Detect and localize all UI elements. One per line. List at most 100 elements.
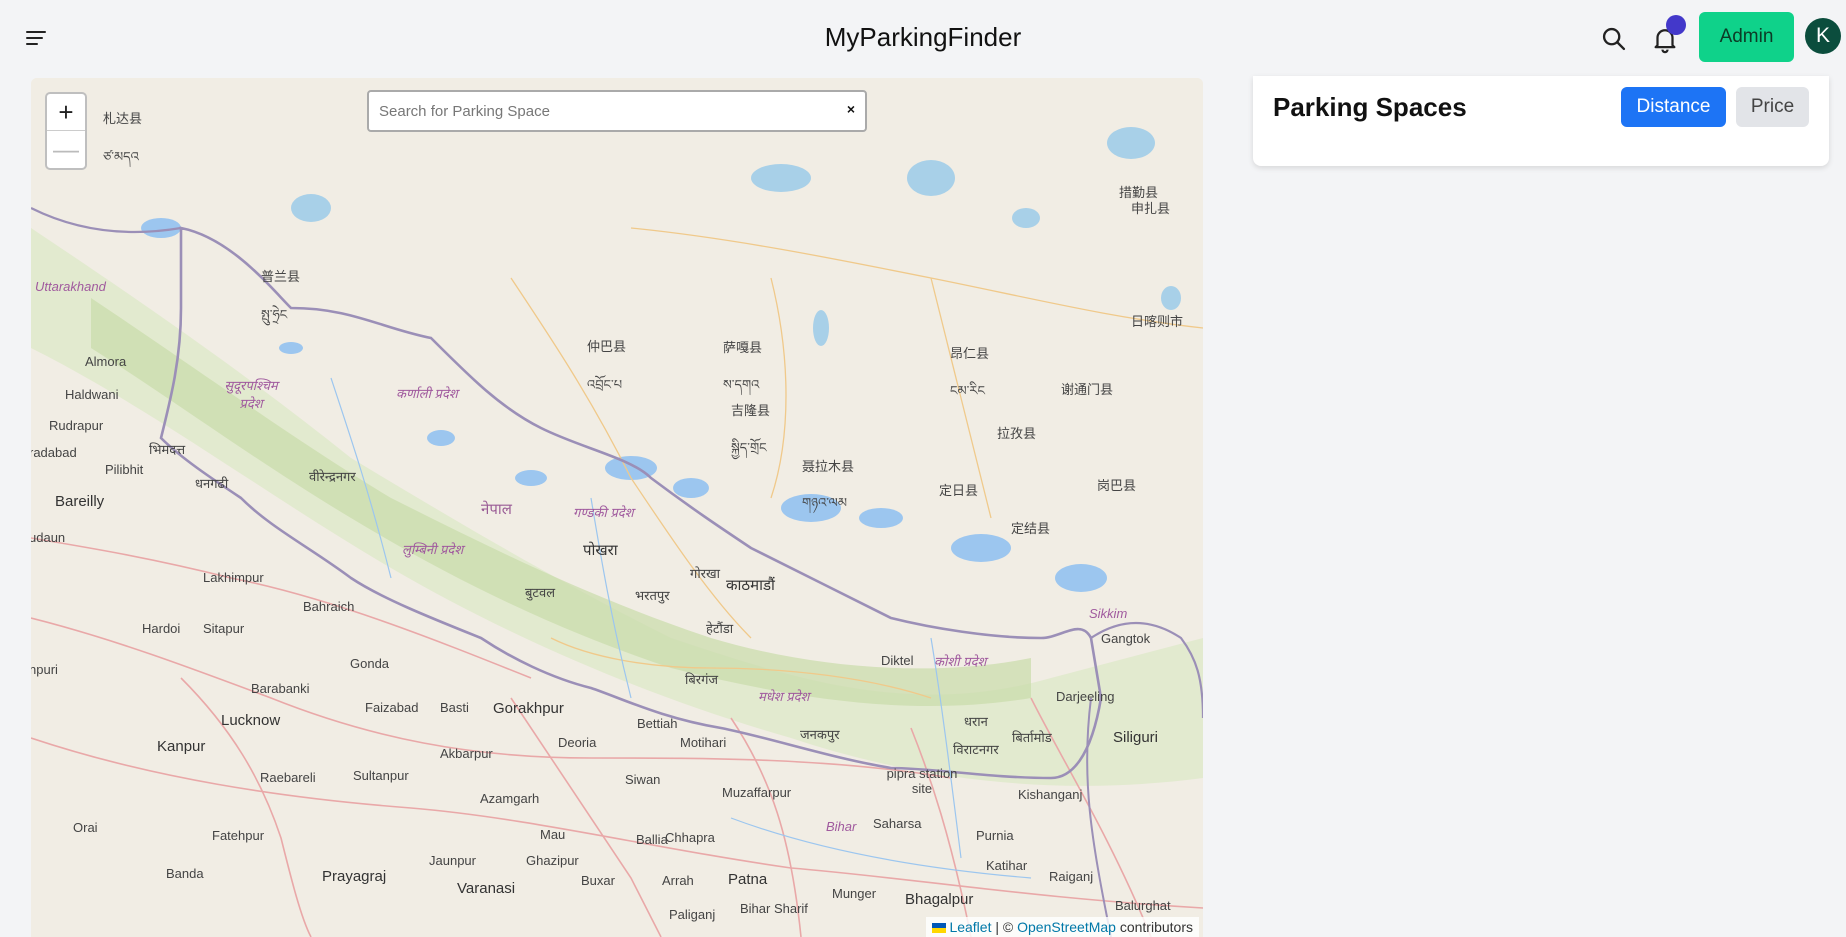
map-label: Bareilly bbox=[55, 493, 105, 510]
openstreetmap-link[interactable]: OpenStreetMap bbox=[1017, 919, 1116, 935]
map-label: धरान bbox=[964, 714, 988, 729]
map-label: Gorakhpur bbox=[493, 700, 564, 717]
map-label: सुदूरपश्चिम प्रदेश bbox=[224, 378, 278, 411]
attribution-suffix: contributors bbox=[1115, 919, 1193, 935]
map-label: Basti bbox=[440, 700, 469, 715]
map-label: Deoria bbox=[558, 735, 597, 750]
search-icon[interactable] bbox=[1600, 25, 1628, 53]
map-label: Ballia bbox=[636, 832, 668, 847]
map-label: धनगढी bbox=[195, 476, 229, 491]
map-label: Lakhimpur bbox=[203, 570, 264, 585]
map-label: Bettiah bbox=[637, 716, 678, 731]
map-label: འབྲོང་པ bbox=[587, 377, 623, 392]
attribution-separator: | © bbox=[991, 919, 1018, 935]
map-label: Purnia bbox=[976, 828, 1014, 843]
map-label: कोशी प्रदेश bbox=[934, 654, 987, 669]
map-label: बिर्तामोड bbox=[1012, 730, 1052, 745]
map-label: Patna bbox=[728, 871, 768, 888]
map-label: Haldwani bbox=[65, 387, 119, 402]
clear-search-button[interactable]: × bbox=[847, 101, 855, 117]
map-label: npuri bbox=[31, 662, 58, 677]
map-label: हेटौंडा bbox=[706, 621, 734, 636]
map-label: Pilibhit bbox=[105, 462, 144, 477]
map-label: Almora bbox=[85, 354, 127, 369]
map-label: Buxar bbox=[581, 873, 615, 888]
map-label: Siwan bbox=[625, 772, 661, 787]
leaflet-link[interactable]: Leaflet bbox=[949, 919, 991, 935]
map-label: Ghazipur bbox=[526, 853, 579, 868]
map-label: कर्णाली प्रदेश bbox=[396, 386, 458, 401]
map-label: मधेश प्रदेश bbox=[758, 689, 810, 704]
map-label: Bahraich bbox=[303, 599, 355, 614]
map-label: Akbarpur bbox=[440, 746, 493, 761]
map-label: pipra station site bbox=[886, 766, 958, 796]
map-label: गोरखा bbox=[690, 566, 721, 581]
map-label: 昂仁县 bbox=[950, 346, 990, 361]
map[interactable]: 札达县 ཙ་མདའ Uttarakhand 普兰县 སྤུ་ཧྲེང Almor… bbox=[31, 78, 1203, 937]
map-label: udaun bbox=[31, 530, 66, 545]
map-label: Banda bbox=[166, 866, 204, 881]
map-label: Bihar bbox=[826, 819, 857, 834]
map-label: भरतपुर bbox=[635, 588, 670, 603]
notification-badge bbox=[1666, 15, 1686, 35]
map-label: Jaunpur bbox=[429, 853, 476, 868]
map-label: जनकपुर bbox=[800, 727, 840, 742]
parking-spaces-panel: Parking Spaces Distance Price bbox=[1253, 76, 1829, 166]
map-label: 拉孜县 bbox=[997, 426, 1037, 441]
map-label: 申扎县 bbox=[1131, 201, 1171, 216]
map-label: Katihar bbox=[986, 858, 1028, 873]
panel-title: Parking Spaces bbox=[1273, 92, 1467, 122]
admin-button[interactable]: Admin bbox=[1699, 12, 1794, 62]
map-label: Varanasi bbox=[457, 880, 516, 897]
map-label: Muzaffarpur bbox=[722, 785, 792, 800]
map-label: Raiganj bbox=[1049, 869, 1094, 884]
map-label: Faizabad bbox=[365, 700, 419, 715]
map-label: Motihari bbox=[680, 735, 727, 750]
map-label: Hardoi bbox=[142, 621, 181, 636]
map-label: बिरगंज bbox=[685, 672, 719, 687]
avatar[interactable]: K bbox=[1805, 18, 1841, 54]
map-label: Azamgarh bbox=[480, 791, 540, 806]
map-label: Diktel bbox=[881, 653, 914, 668]
map-label: 吉隆县 bbox=[731, 403, 771, 418]
map-label: 日喀则市 bbox=[1131, 314, 1184, 329]
map-label: काठमाडौं bbox=[726, 577, 775, 594]
map-label: Bhagalpur bbox=[905, 891, 974, 908]
map-label: གཉའ་ལམ bbox=[802, 495, 847, 510]
sort-price-button[interactable]: Price bbox=[1736, 87, 1809, 127]
map-label: Saharsa bbox=[873, 816, 922, 831]
map-label: Paliganj bbox=[669, 907, 716, 922]
map-label: Bihar Sharif bbox=[740, 901, 808, 916]
map-label: Lucknow bbox=[221, 712, 281, 729]
map-label: वीरेन्द्रनगर bbox=[309, 469, 356, 484]
map-label: Darjeeling bbox=[1056, 689, 1115, 704]
map-label: 谢通门县 bbox=[1061, 382, 1114, 397]
map-label: 普兰县 bbox=[261, 269, 301, 284]
map-label: Gangtok bbox=[1101, 631, 1151, 646]
map-label: Rudrapur bbox=[49, 418, 104, 433]
map-label: Gonda bbox=[350, 656, 390, 671]
zoom-in-button[interactable]: + bbox=[47, 94, 85, 131]
map-label: Arrah bbox=[662, 873, 694, 888]
map-label: Balurghat bbox=[1115, 898, 1171, 913]
map-label: Mau bbox=[540, 827, 566, 842]
map-label: Raebareli bbox=[260, 770, 316, 785]
map-label: Sultanpur bbox=[353, 768, 409, 783]
map-label: Prayagraj bbox=[322, 868, 387, 885]
map-label: विराटनगर bbox=[953, 742, 999, 757]
zoom-out-button[interactable]: — bbox=[47, 131, 85, 167]
map-label: 定结县 bbox=[1011, 521, 1051, 536]
map-label: སྐྱིད་གྲོང bbox=[731, 440, 767, 455]
top-bar: MyParkingFinder Admin K bbox=[0, 0, 1846, 76]
map-label: Siliguri bbox=[1113, 729, 1159, 746]
sort-distance-button[interactable]: Distance bbox=[1621, 87, 1726, 127]
map-search-box: × bbox=[367, 90, 867, 132]
search-input[interactable] bbox=[377, 98, 841, 124]
map-label: ངམ་རིང bbox=[950, 383, 985, 398]
map-label: नेपाल bbox=[481, 501, 512, 518]
map-label: Munger bbox=[832, 886, 877, 901]
map-label: Orai bbox=[73, 820, 98, 835]
map-label: Sitapur bbox=[203, 621, 245, 636]
map-label: Fatehpur bbox=[212, 828, 265, 843]
map-label: Kanpur bbox=[157, 738, 206, 755]
